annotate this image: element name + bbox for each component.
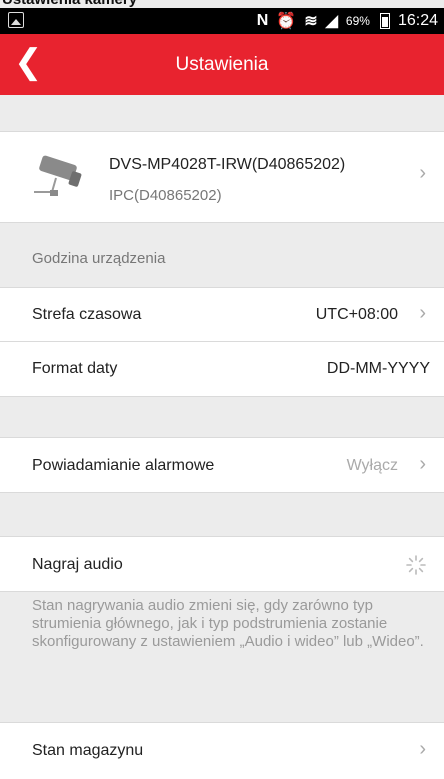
chevron-right-icon: › <box>419 453 426 475</box>
storage-status-label: Stan magazynu <box>32 742 144 759</box>
record-audio-row[interactable]: Nagraj audio <box>0 536 444 592</box>
page-caption: Ustawienia kamery <box>0 0 444 8</box>
alarm-notification-row[interactable]: Powiadamianie alarmowe Wyłącz › <box>0 437 444 493</box>
record-audio-label: Nagraj audio <box>32 556 123 573</box>
signal-icon: ◢ <box>325 13 338 30</box>
loading-spinner-icon <box>406 555 426 575</box>
storage-status-row[interactable]: Stan magazynu › <box>0 722 444 779</box>
date-format-value: DD-MM-YYYY <box>326 360 430 377</box>
chevron-right-icon: › <box>419 162 426 184</box>
device-subtitle: IPC(D40865202) <box>109 187 222 204</box>
chevron-right-icon: › <box>419 302 426 324</box>
timezone-value: UTC+08:00 <box>315 306 398 323</box>
device-row[interactable]: DVS-MP4028T-IRW(D40865202) IPC(D40865202… <box>0 131 444 223</box>
device-name: DVS-MP4028T-IRW(D40865202) <box>109 156 346 173</box>
wifi-icon: ≋ <box>304 13 318 30</box>
date-format-label: Format daty <box>32 360 118 377</box>
audio-info-note: Stan nagrywania audio zmieni się, gdy za… <box>32 597 424 650</box>
clock-time: 16:24 <box>397 12 438 29</box>
page-title: Ustawienia <box>175 54 269 75</box>
section-heading-device-time: Godzina urządzenia <box>32 250 166 267</box>
alarm-notification-value: Wyłącz <box>346 457 398 474</box>
timezone-label: Strefa czasowa <box>32 306 142 323</box>
status-bar: N ⏰ ≋ ◢ 69% 16:24 <box>0 8 444 34</box>
camera-icon <box>34 155 82 196</box>
chevron-right-icon: › <box>419 738 426 760</box>
battery-icon <box>379 13 390 29</box>
date-format-row[interactable]: Format daty DD-MM-YYYY <box>0 342 444 397</box>
app-bar: ❮ Ustawienia <box>0 34 444 95</box>
alarm-clock-icon: ⏰ <box>276 13 297 30</box>
gallery-icon <box>8 12 24 28</box>
nfc-icon: N <box>256 12 269 29</box>
timezone-row[interactable]: Strefa czasowa UTC+08:00 › <box>0 287 444 342</box>
battery-percent: 69% <box>345 14 370 28</box>
alarm-notification-label: Powiadamianie alarmowe <box>32 457 215 474</box>
